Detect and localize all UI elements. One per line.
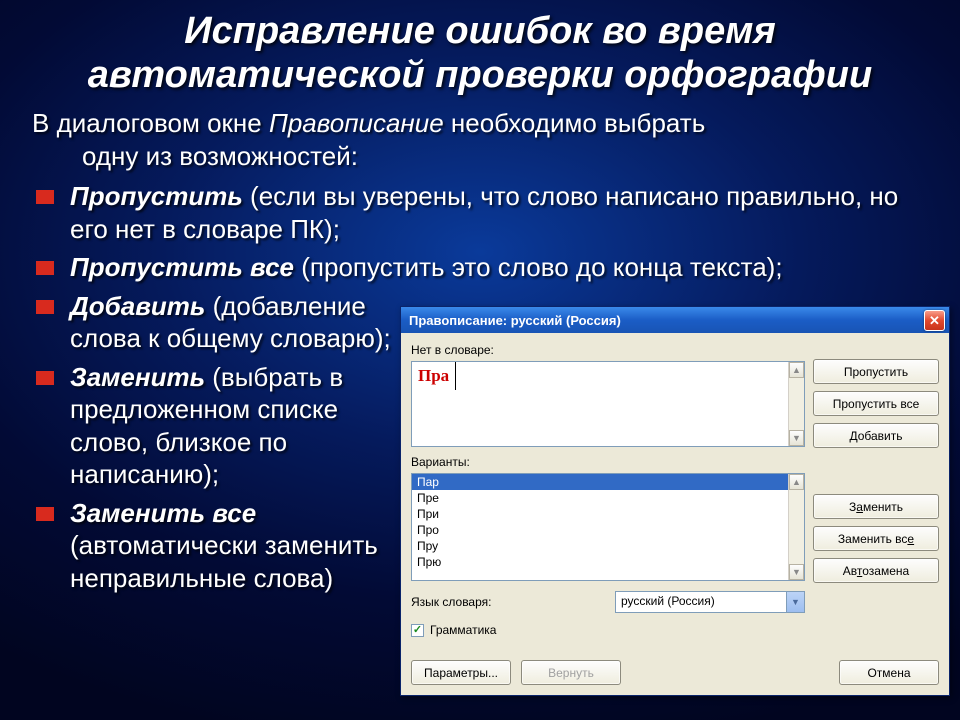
scroll-up-icon[interactable]: ▲ xyxy=(789,362,804,378)
scroll-down-icon[interactable]: ▼ xyxy=(789,564,804,580)
bullet-bold: Заменить xyxy=(70,362,205,392)
scroll-up-icon[interactable]: ▲ xyxy=(789,474,804,490)
list-item: Пропустить все (пропустить это слово до … xyxy=(28,251,932,284)
intro-line2: одну из возможностей: xyxy=(32,140,932,173)
bullet-rest: (автоматически заменить неправильные сло… xyxy=(70,530,378,593)
misspelled-word: Пра xyxy=(412,362,456,390)
close-icon: ✕ xyxy=(929,314,940,327)
list-item: Заменить все (автоматически заменить неп… xyxy=(28,497,408,595)
list-item[interactable]: Прю xyxy=(412,554,804,570)
variants-listbox[interactable]: Пар Пре При Про Пру Прю ▲ ▼ xyxy=(411,473,805,581)
list-item: Пропустить (если вы уверены, что слово н… xyxy=(28,180,932,245)
autoreplace-button[interactable]: Автозамена xyxy=(813,558,939,583)
bullet-bold: Добавить xyxy=(70,291,205,321)
list-item[interactable]: При xyxy=(412,506,804,522)
intro-post: необходимо выбрать xyxy=(444,108,706,138)
check-icon: ✓ xyxy=(413,625,422,636)
dialog-titlebar[interactable]: Правописание: русский (Россия) ✕ xyxy=(401,307,949,333)
list-item[interactable]: Пар xyxy=(412,474,804,490)
intro-pre: В диалоговом окне xyxy=(32,108,269,138)
skip-all-button[interactable]: Пропустить все xyxy=(813,391,939,416)
list-item[interactable]: Про xyxy=(412,522,804,538)
replace-all-button[interactable]: Заменить все xyxy=(813,526,939,551)
intro-text: В диалоговом окне Правописание необходим… xyxy=(28,107,932,172)
variants-label: Варианты: xyxy=(411,455,805,469)
lang-value: русский (Россия) xyxy=(616,592,786,612)
revert-button: Вернуть xyxy=(521,660,621,685)
bullet-bold: Пропустить xyxy=(70,181,243,211)
intro-ital: Правописание xyxy=(269,108,444,138)
scrollbar-vertical[interactable]: ▲ ▼ xyxy=(788,474,804,580)
bullet-bold: Пропустить все xyxy=(70,252,294,282)
list-item[interactable]: Пре xyxy=(412,490,804,506)
lang-combo[interactable]: русский (Россия) ▼ xyxy=(615,591,805,613)
cancel-button[interactable]: Отмена xyxy=(839,660,939,685)
spellcheck-dialog: Правописание: русский (Россия) ✕ Нет в с… xyxy=(400,306,950,696)
list-item: Добавить (добавление слова к общему слов… xyxy=(28,290,408,355)
bullet-rest: (пропустить это слово до конца текста); xyxy=(294,252,783,282)
title-line-2: автоматической проверки орфографии xyxy=(88,54,872,96)
bullet-list-lower: Добавить (добавление слова к общему слов… xyxy=(28,290,428,595)
chevron-down-icon[interactable]: ▼ xyxy=(786,592,804,612)
add-button[interactable]: Добавить xyxy=(813,423,939,448)
lang-label: Язык словаря: xyxy=(411,595,601,609)
bullet-bold: Заменить все xyxy=(70,498,256,528)
bullet-list: Пропустить (если вы уверены, что слово н… xyxy=(28,180,932,284)
replace-button[interactable]: Заменить xyxy=(813,494,939,519)
list-item[interactable]: Пру xyxy=(412,538,804,554)
not-in-dict-textbox[interactable]: Пра ▲ ▼ xyxy=(411,361,805,447)
dialog-title: Правописание: русский (Россия) xyxy=(409,313,621,328)
not-in-dict-label: Нет в словаре: xyxy=(411,343,805,357)
scroll-down-icon[interactable]: ▼ xyxy=(789,430,804,446)
grammar-checkbox[interactable]: ✓ xyxy=(411,624,424,637)
grammar-label: Грамматика xyxy=(430,623,496,637)
params-button[interactable]: Параметры... xyxy=(411,660,511,685)
slide-title: Исправление ошибок во время автоматическ… xyxy=(28,10,932,97)
title-line-1: Исправление ошибок во время xyxy=(184,10,775,52)
skip-button[interactable]: Пропустить xyxy=(813,359,939,384)
scrollbar-vertical[interactable]: ▲ ▼ xyxy=(788,362,804,446)
list-item: Заменить (выбрать в предложенном списке … xyxy=(28,361,408,491)
close-button[interactable]: ✕ xyxy=(924,310,945,331)
